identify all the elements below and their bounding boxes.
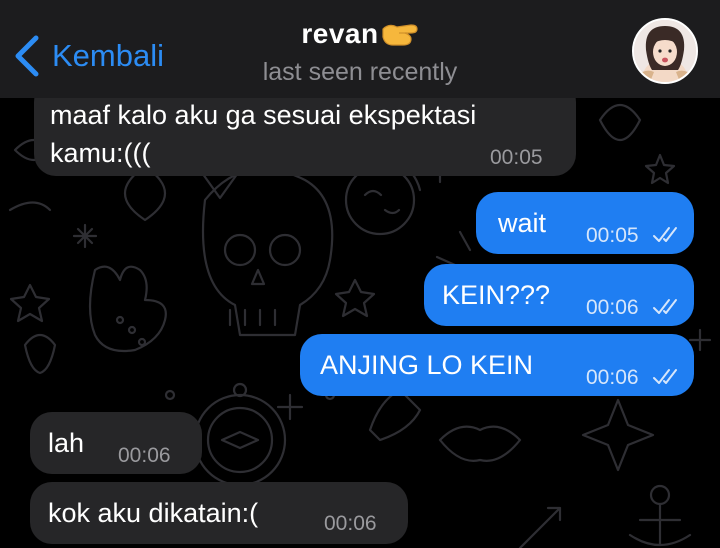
- message-text: lah: [48, 428, 85, 458]
- message-time: 00:06: [586, 366, 639, 389]
- message-time: 00:05: [586, 224, 639, 247]
- message-bubble-incoming[interactable]: kok aku dikatain:( 00:06: [30, 482, 408, 544]
- message-text: KEIN???: [442, 280, 551, 310]
- message-bubble-outgoing[interactable]: KEIN??? 00:06: [424, 264, 694, 326]
- message-text: wait: [498, 208, 547, 238]
- avatar-image: [634, 20, 696, 82]
- double-check-icon: [653, 369, 677, 384]
- contact-name: revan: [301, 18, 379, 49]
- back-label: Kembali: [52, 38, 164, 73]
- double-check-icon: [653, 299, 677, 314]
- chat-header: Kembali revan last seen recently: [0, 0, 720, 98]
- last-seen-status: last seen recently: [262, 58, 458, 86]
- message-bubble-incoming[interactable]: lah 00:06: [30, 412, 202, 474]
- message-time: 00:06: [324, 512, 377, 535]
- double-check-icon: [653, 227, 677, 242]
- message-text: kamu:(((: [50, 138, 151, 168]
- message-text: kok aku dikatain:(: [48, 498, 259, 528]
- chat-title[interactable]: revan last seen recently: [180, 18, 540, 87]
- chevron-left-icon: [15, 35, 39, 77]
- message-bubble-outgoing[interactable]: ANJING LO KEIN 00:06: [300, 334, 694, 396]
- message-bubble-outgoing[interactable]: wait 00:05: [476, 192, 694, 254]
- message-time: 00:06: [118, 444, 171, 467]
- avatar[interactable]: [632, 18, 698, 84]
- message-time: 00:05: [490, 146, 543, 169]
- contact-name-row: revan: [301, 18, 418, 50]
- pinching-hand-icon: [382, 24, 418, 46]
- message-text: ANJING LO KEIN: [320, 350, 534, 380]
- back-button[interactable]: Kembali: [12, 28, 164, 84]
- message-time: 00:06: [586, 296, 639, 319]
- message-text: maaf kalo aku ga sesuai ekspektasi: [50, 100, 477, 130]
